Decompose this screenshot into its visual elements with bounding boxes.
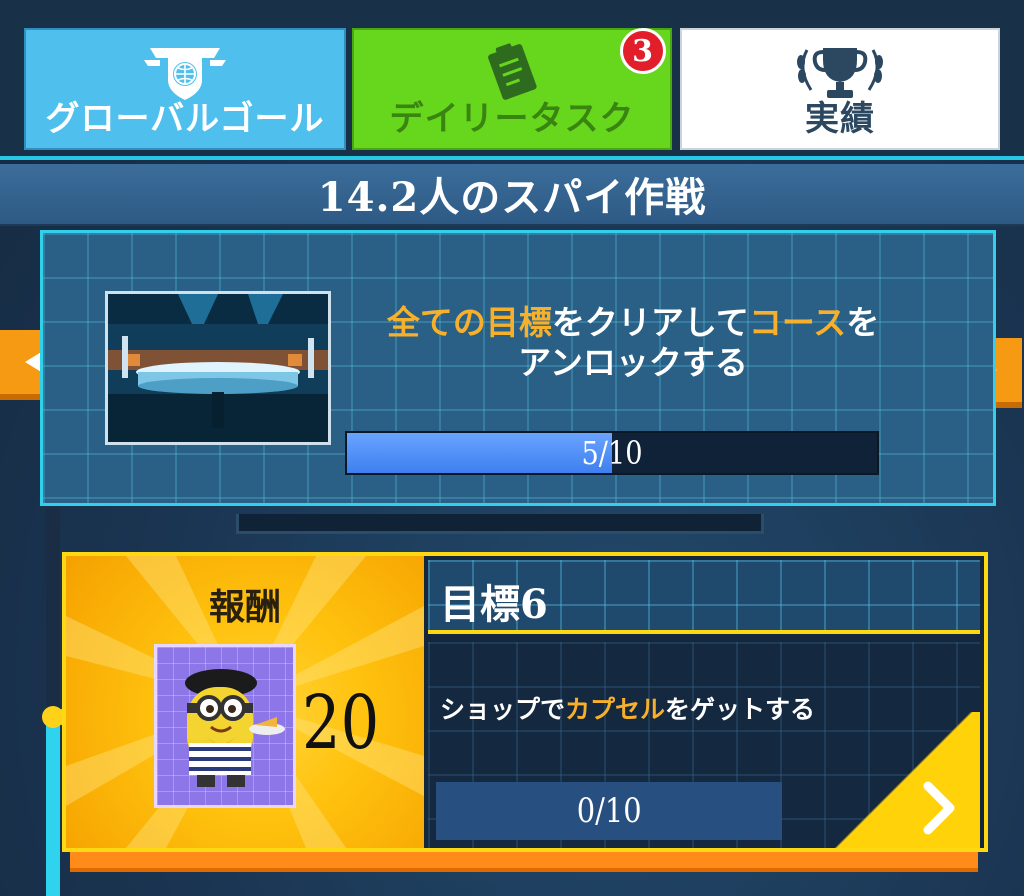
- minion-character-icon: [185, 669, 285, 787]
- page-title-bar: 14.2人のスパイ作戦: [0, 164, 1024, 226]
- goal-body: ショップでカプセルをゲットする 0/10: [428, 642, 980, 848]
- goal-desc-highlight: カプセル: [565, 695, 666, 724]
- desc-highlight-course: コース: [748, 303, 847, 342]
- goal-title: 目標6: [440, 581, 548, 628]
- chevron-right-icon: [923, 781, 955, 835]
- tab-daily-tasks[interactable]: デイリータスク 3: [352, 28, 672, 150]
- goal-description: ショップでカプセルをゲットする: [440, 690, 815, 726]
- reward-label: 報酬: [208, 586, 281, 628]
- trophy-icon: [797, 48, 883, 98]
- goal-desc-text: ショップで: [440, 695, 566, 724]
- reward-character-card: [154, 644, 296, 808]
- desc-text-particle: を: [846, 303, 880, 342]
- goal-desc-text-end: をゲットする: [665, 695, 816, 724]
- course-tab-rail: [236, 514, 764, 534]
- course-thumbnail: [105, 291, 331, 445]
- goal-card[interactable]: 報酬 20 目標6 ショップでカプセルをゲットする 0/10: [62, 552, 988, 852]
- course-description: 全ての目標をクリアしてコースを アンロックする: [343, 303, 923, 383]
- desc-line2: アンロックする: [518, 343, 748, 382]
- desc-highlight-goals: 全ての目標: [386, 303, 552, 342]
- goal-progress-bar: 0/10: [436, 782, 782, 840]
- course-progress-bar: 5/10: [345, 431, 879, 475]
- tab-achievements[interactable]: 実績: [680, 28, 1000, 150]
- timeline-track-active: [46, 716, 60, 896]
- goal-header: 目標6: [428, 560, 980, 634]
- globe-shield-icon: [144, 48, 226, 100]
- goal-card-footer: [70, 852, 978, 872]
- page-title: 14.2人のスパイ作戦: [317, 174, 707, 221]
- tab-global-goals[interactable]: グローバルゴール: [24, 28, 346, 150]
- reward-panel: 報酬 20: [66, 556, 424, 848]
- notification-badge: 3: [620, 28, 666, 74]
- course-progress-text: 5/10: [581, 434, 643, 472]
- tab-bar: グローバルゴール デイリータスク 3 実績: [0, 0, 1024, 160]
- reward-count: 20: [302, 680, 380, 766]
- desc-text: をクリアして: [551, 303, 749, 342]
- course-scene-image: [108, 294, 328, 442]
- course-panel: 全ての目標をクリアしてコースを アンロックする 5/10: [40, 230, 996, 506]
- goal-progress-text: 0/10: [576, 791, 642, 831]
- clipboard-icon: [488, 43, 537, 100]
- goal-go-button[interactable]: [830, 712, 980, 848]
